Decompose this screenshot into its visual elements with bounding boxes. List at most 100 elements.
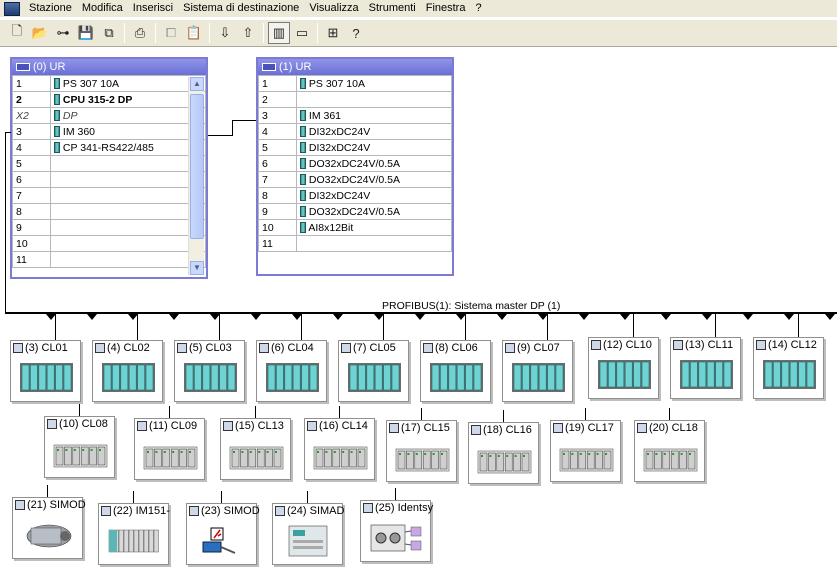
rack-slot-row[interactable]: 8 DI32xDC24V [258,187,452,204]
slot-module[interactable]: DP [50,107,206,124]
rack-title-bar[interactable]: (0) UR [12,59,206,75]
dp-slave-station[interactable]: (15) CL13 [220,418,291,480]
slot-module[interactable]: DO32xDC24V/0.5A [296,171,452,188]
slot-module[interactable]: IM 361 [296,107,452,124]
slot-module[interactable] [50,171,206,188]
catalog-icon[interactable]: ▥ [268,22,290,44]
rack-slot-row[interactable]: 7 DO32xDC24V/0.5A [258,171,452,188]
dp-slave-station[interactable]: (17) CL15 [386,420,457,482]
slot-module[interactable]: PS 307 10A [50,75,206,92]
dp-slave-station[interactable]: (16) CL14 [304,418,375,480]
dp-slave-station[interactable]: (3) CL01 [10,340,81,402]
scroll-down-icon[interactable]: ▼ [190,261,204,275]
copy-icon[interactable]: ⧠ [160,22,182,44]
rack-slot-row[interactable]: 9 [12,219,206,236]
rack-slot-row[interactable]: X2 DP [12,107,206,124]
rack-slot-row[interactable]: 3 IM 360 [12,123,206,140]
dp-slave-station[interactable]: (7) CL05 [338,340,409,402]
dp-slave-station[interactable]: (10) CL08 [44,416,115,478]
new-icon[interactable]: 🗋 [6,22,28,44]
rack-title-bar[interactable]: (1) UR [258,59,452,75]
rack-slot-row[interactable]: 11 [12,251,206,268]
download-icon[interactable]: ⇩ [214,22,236,44]
slot-module[interactable]: DO32xDC24V/0.5A [296,155,452,172]
slot-module[interactable] [50,155,206,172]
rack-slot-row[interactable]: 5 DI32xDC24V [258,139,452,156]
menu-modifica[interactable]: Modifica [77,1,128,16]
rack-1[interactable]: (1) UR 1 PS 307 10A 2 3 IM 361 4 DI32xDC24V… [256,57,454,276]
accessible-nodes-icon[interactable]: ⊶ [52,22,74,44]
rack-slot-row[interactable]: 5 [12,155,206,172]
dp-slave-station[interactable]: (13) CL11 [670,337,741,399]
slot-module[interactable]: DI32xDC24V [296,187,452,204]
slot-module[interactable]: AI8x12Bit [296,219,452,236]
open-icon[interactable]: 📂 [29,22,51,44]
slot-module[interactable] [50,219,206,236]
dp-slave-station[interactable]: (19) CL17 [550,420,621,482]
slot-module[interactable]: PS 307 10A [296,75,452,92]
rack-slot-row[interactable]: 4 DI32xDC24V [258,123,452,140]
rack-0[interactable]: (0) UR 1 PS 307 10A 2 CPU 315-2 DP X2 DP 3 … [10,57,208,279]
rack-slot-row[interactable]: 1 PS 307 10A [12,75,206,92]
slot-module[interactable] [50,203,206,220]
rack-slot-row[interactable]: 1 PS 307 10A [258,75,452,92]
dp-slave-station[interactable]: (9) CL07 [502,340,573,402]
rack-slot-row[interactable]: 2 CPU 315-2 DP [12,91,206,108]
detail-view-icon[interactable]: ▭ [291,22,313,44]
rack-slot-row[interactable]: 10 [12,235,206,252]
rack-slot-row[interactable]: 11 [258,235,452,252]
dp-slave-station[interactable]: (14) CL12 [753,337,824,399]
slot-module[interactable] [296,91,452,108]
slot-module[interactable] [50,187,206,204]
rack-slot-row[interactable]: 7 [12,187,206,204]
help-pointer-icon[interactable]: ? [345,22,367,44]
slot-module[interactable]: CPU 315-2 DP [50,91,206,108]
rack-slot-row[interactable]: 3 IM 361 [258,107,452,124]
dp-slave-station[interactable]: (18) CL16 [468,422,539,484]
dp-slave-station[interactable]: (20) CL18 [634,420,705,482]
slot-module[interactable]: DI32xDC24V [296,139,452,156]
rack-slot-row[interactable]: 6 DO32xDC24V/0.5A [258,155,452,172]
scroll-thumb[interactable] [190,94,204,239]
save-compile-icon[interactable]: ⧉ [98,22,120,44]
dp-slave-station[interactable]: (24) SIMAD [272,503,344,565]
slot-module[interactable]: IM 360 [50,123,206,140]
slot-module[interactable] [50,251,206,268]
dp-slave-station[interactable]: (4) CL02 [92,340,163,402]
dp-slave-station[interactable]: (6) CL04 [256,340,327,402]
dp-slave-station[interactable]: (22) IM151- [98,503,170,565]
dp-slave-station[interactable]: (23) SIMOD [186,503,260,565]
dp-slave-station[interactable]: (12) CL10 [588,337,659,399]
menu-help[interactable]: ? [470,1,486,16]
upload-icon[interactable]: ⇧ [237,22,259,44]
rack-slot-row[interactable]: 10 AI8x12Bit [258,219,452,236]
menu-strumenti[interactable]: Strumenti [364,1,421,16]
rack-slot-row[interactable]: 9 DO32xDC24V/0.5A [258,203,452,220]
rack-slot-row[interactable]: 2 [258,91,452,108]
save-icon[interactable]: 💾 [75,22,97,44]
slot-module[interactable]: DI32xDC24V [296,123,452,140]
menu-finestra[interactable]: Finestra [421,1,471,16]
network-icon[interactable]: ⊞ [322,22,344,44]
dp-slave-station[interactable]: (21) SIMOD [12,497,86,559]
station-configuration-canvas[interactable]: (0) UR 1 PS 307 10A 2 CPU 315-2 DP X2 DP 3 … [0,48,837,574]
print-icon[interactable]: ⎙ [129,22,151,44]
rack-slot-row[interactable]: 6 [12,171,206,188]
slot-module[interactable] [50,235,206,252]
menu-stazione[interactable]: Stazione [24,1,77,16]
paste-icon[interactable]: 📋 [183,22,205,44]
rack-slot-row[interactable]: 4 CP 341-RS422/485 [12,139,206,156]
rack-slot-row[interactable]: 8 [12,203,206,220]
menu-sistema-destinazione[interactable]: Sistema di destinazione [178,1,304,16]
dp-slave-station[interactable]: (8) CL06 [420,340,491,402]
dp-slave-station[interactable]: (5) CL03 [174,340,245,402]
dp-slave-station[interactable]: (11) CL09 [134,418,205,480]
menu-visualizza[interactable]: Visualizza [304,1,363,16]
rack-0-scrollbar[interactable]: ▲ ▼ [188,77,204,275]
slot-module[interactable] [296,235,452,252]
menu-inserisci[interactable]: Inserisci [128,1,178,16]
scroll-up-icon[interactable]: ▲ [190,77,204,91]
app-icon[interactable] [4,1,20,16]
slot-module[interactable]: DO32xDC24V/0.5A [296,203,452,220]
dp-slave-station[interactable]: (25) Identsy [360,500,433,562]
